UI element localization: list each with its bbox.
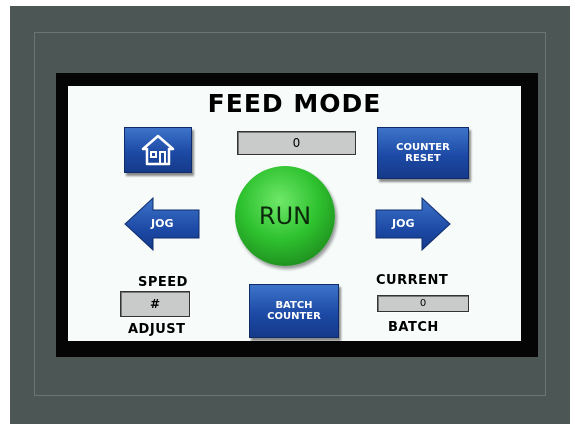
current-label: CURRENT bbox=[376, 273, 449, 288]
jog-right-label: JOG bbox=[392, 217, 415, 230]
counter-display: 0 bbox=[237, 131, 356, 155]
counter-reset-button[interactable]: COUNTER RESET bbox=[377, 127, 469, 179]
batch-counter-button[interactable]: BATCH COUNTER bbox=[249, 284, 339, 338]
home-icon bbox=[141, 134, 175, 166]
run-button[interactable]: RUN bbox=[235, 166, 335, 266]
jog-left-button[interactable]: JOG bbox=[123, 196, 201, 252]
counter-reset-label-line1: COUNTER bbox=[396, 142, 450, 153]
jog-left-label: JOG bbox=[151, 217, 174, 230]
current-batch-value: 0 bbox=[419, 298, 427, 309]
adjust-label: ADJUST bbox=[128, 322, 186, 337]
batch-counter-label-line1: BATCH bbox=[275, 300, 313, 311]
speed-label: SPEED bbox=[138, 275, 188, 290]
counter-reset-label-line2: RESET bbox=[405, 153, 441, 164]
run-label: RUN bbox=[258, 202, 312, 230]
counter-value: 0 bbox=[292, 136, 301, 150]
jog-right-button[interactable]: JOG bbox=[374, 196, 452, 252]
batch-label: BATCH bbox=[388, 320, 439, 335]
speed-adjust-input[interactable]: # bbox=[120, 291, 190, 317]
hmi-screen: FEED MODE 0 COUNTER RESET JOG RUN JOG SP… bbox=[68, 86, 521, 341]
page-title: FEED MODE bbox=[207, 89, 382, 118]
home-button[interactable] bbox=[124, 127, 192, 173]
current-batch-display: 0 bbox=[377, 295, 469, 312]
batch-counter-label-line2: COUNTER bbox=[267, 311, 321, 322]
speed-value: # bbox=[149, 297, 161, 311]
